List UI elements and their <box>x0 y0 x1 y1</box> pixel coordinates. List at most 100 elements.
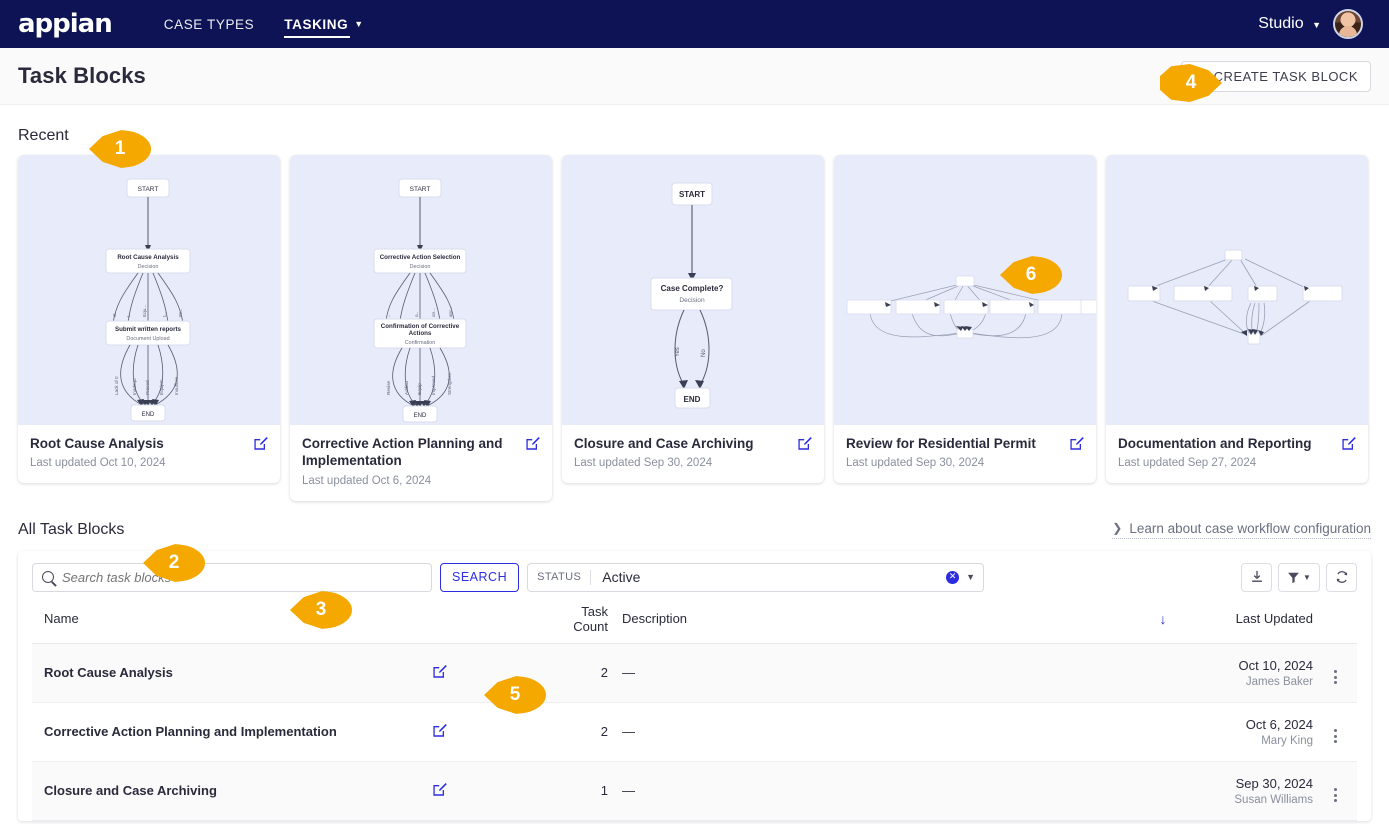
card-body: Closure and Case Archiving Last updated … <box>562 425 824 483</box>
studio-menu-label: Studio <box>1258 15 1304 32</box>
nav-item-case-types[interactable]: CASE TYPES <box>164 0 255 48</box>
cell-name[interactable]: Root Cause Analysis <box>32 643 432 703</box>
callout-number: 3 <box>315 599 327 620</box>
nav-right-group: Studio ▼ <box>1258 9 1371 39</box>
callout-number: 4 <box>1185 72 1197 93</box>
svg-text:END: END <box>414 413 427 419</box>
card-thumbnail-diagram <box>1106 155 1368 425</box>
card-last-updated: Last updated Oct 10, 2024 <box>30 457 166 470</box>
edit-icon[interactable] <box>1069 436 1084 451</box>
primary-nav: CASE TYPES TASKING ▼ <box>164 0 364 48</box>
svg-text:Proced: Proced <box>145 380 150 395</box>
svg-text:Yes: Yes <box>675 347 681 357</box>
callout-number: 2 <box>168 552 180 573</box>
recent-card[interactable]: Review for Residential Permit Last updat… <box>834 155 1096 484</box>
svg-text:START: START <box>138 186 159 193</box>
card-last-updated: Last updated Sep 30, 2024 <box>846 457 985 470</box>
svg-text:START: START <box>410 186 431 193</box>
table-body: Root Cause Analysis 2 — Oct 10, 2024 Jam… <box>32 643 1357 821</box>
cell-actions <box>1313 702 1357 762</box>
chevron-down-icon: ▼ <box>1312 20 1321 30</box>
svg-text:t...: t... <box>162 312 167 317</box>
column-header-task-count[interactable]: Task Count <box>552 603 622 644</box>
studio-menu[interactable]: Studio ▼ <box>1258 15 1321 33</box>
cell-name[interactable]: Corrective Action Planning and Implement… <box>32 702 432 762</box>
sort-descending-icon[interactable]: ↓ <box>1160 611 1167 627</box>
card-last-updated: Last updated Sep 27, 2024 <box>1118 457 1257 470</box>
svg-text:END: END <box>142 412 155 418</box>
column-header-name[interactable]: Name <box>32 603 432 644</box>
create-task-block-label: CREATE TASK BLOCK <box>1213 68 1358 84</box>
last-updated-user: Mary King <box>1261 734 1313 747</box>
nav-item-tasking[interactable]: TASKING ▼ <box>284 0 363 48</box>
recent-card[interactable]: Documentation and Reporting Last updated… <box>1106 155 1368 484</box>
avatar[interactable] <box>1333 9 1363 39</box>
callout-number: 6 <box>1025 264 1037 285</box>
card-body: Root Cause Analysis Last updated Oct 10,… <box>18 425 280 483</box>
appian-logo[interactable]: appian <box>18 11 113 37</box>
nav-item-case-types-label: CASE TYPES <box>163 16 255 32</box>
svg-text:Confirmation: Confirmation <box>405 340 436 346</box>
last-updated-date: Oct 6, 2024 <box>1245 716 1313 732</box>
cell-last-updated: Sep 30, 2024 Susan Williams <box>1183 761 1313 821</box>
svg-text:Inadequ: Inadequ <box>132 378 137 395</box>
column-header-last-updated[interactable]: Last Updated <box>1183 603 1313 644</box>
search-input[interactable] <box>62 569 422 585</box>
callout-marker-6: 6 <box>1000 256 1062 294</box>
card-title-row: Root Cause Analysis <box>30 435 268 452</box>
table-row[interactable]: Root Cause Analysis 2 — Oct 10, 2024 Jam… <box>32 643 1357 703</box>
recent-card[interactable]: START Corrective Action Selection Decisi… <box>290 155 552 501</box>
search-icon <box>42 571 54 584</box>
edit-icon[interactable] <box>253 436 268 451</box>
svg-text:Decision: Decision <box>138 264 159 270</box>
svg-text:Improved: Improved <box>431 375 436 395</box>
cell-last-updated: Oct 6, 2024 Mary King <box>1183 702 1313 762</box>
svg-text:st...: st... <box>112 310 117 317</box>
status-filter-dropdown[interactable]: STATUS Active ✕ ▼ <box>527 562 985 592</box>
refresh-button[interactable] <box>1326 562 1357 592</box>
table-row[interactable]: Closure and Case Archiving 1 — Sep 30, 2… <box>32 761 1357 821</box>
search-field-wrapper[interactable] <box>32 562 432 592</box>
refresh-icon <box>1336 571 1347 583</box>
last-updated-date: Sep 30, 2024 <box>1235 775 1313 791</box>
column-header-edit <box>432 603 552 644</box>
recent-card[interactable]: START Root Cause Analysis Decision Submi… <box>18 155 280 484</box>
card-last-updated: Last updated Sep 30, 2024 <box>574 457 713 470</box>
svg-text:Actions: Actions <box>409 330 432 337</box>
edit-icon[interactable] <box>525 436 540 451</box>
cell-last-updated: Oct 10, 2024 James Baker <box>1183 643 1313 703</box>
cell-name[interactable]: Closure and Case Archiving <box>32 761 432 821</box>
column-header-actions <box>1313 603 1357 644</box>
status-filter-value: Active <box>602 569 641 586</box>
edit-icon[interactable] <box>1341 436 1356 451</box>
cell-actions <box>1313 643 1357 703</box>
card-title-row: Closure and Case Archiving <box>574 435 812 452</box>
chevron-down-icon[interactable]: ▼ <box>966 572 975 582</box>
column-header-description[interactable]: Description <box>622 603 1143 644</box>
edit-icon[interactable] <box>797 436 812 451</box>
all-task-blocks-header: All Task Blocks ❯ Learn about case workf… <box>0 501 1389 545</box>
row-menu-icon[interactable] <box>1333 729 1337 743</box>
callout-marker-2: 2 <box>143 544 205 582</box>
status-filter-label: STATUS <box>528 569 592 585</box>
edit-icon[interactable] <box>432 723 447 738</box>
learn-link-label: Learn about case workflow configuration <box>1129 520 1371 536</box>
row-menu-icon[interactable] <box>1333 788 1337 802</box>
svg-text:IN...: IN... <box>178 309 183 317</box>
recent-card[interactable]: START Case Complete? Decision END Yes No <box>562 155 824 484</box>
svg-text:Case Complete?: Case Complete? <box>661 284 724 293</box>
search-button[interactable]: SEARCH <box>440 562 520 592</box>
learn-about-case-workflow-link[interactable]: ❯ Learn about case workflow configuratio… <box>1112 521 1371 539</box>
svg-text:START: START <box>679 190 705 199</box>
export-download-button[interactable] <box>1241 562 1272 592</box>
table-row[interactable]: Corrective Action Planning and Implement… <box>32 702 1357 762</box>
filter-button[interactable]: ▼ <box>1278 562 1320 592</box>
card-title: Documentation and Reporting <box>1118 436 1312 451</box>
edit-icon[interactable] <box>432 782 447 797</box>
edit-icon[interactable] <box>432 664 447 679</box>
svg-text:Confirmation of Corrective: Confirmation of Corrective <box>381 323 460 330</box>
card-thumbnail-diagram: START Case Complete? Decision END Yes No <box>562 155 824 425</box>
clear-filter-icon[interactable]: ✕ <box>946 570 960 584</box>
svg-text:Equipm: Equipm <box>159 379 164 395</box>
row-menu-icon[interactable] <box>1333 670 1337 684</box>
